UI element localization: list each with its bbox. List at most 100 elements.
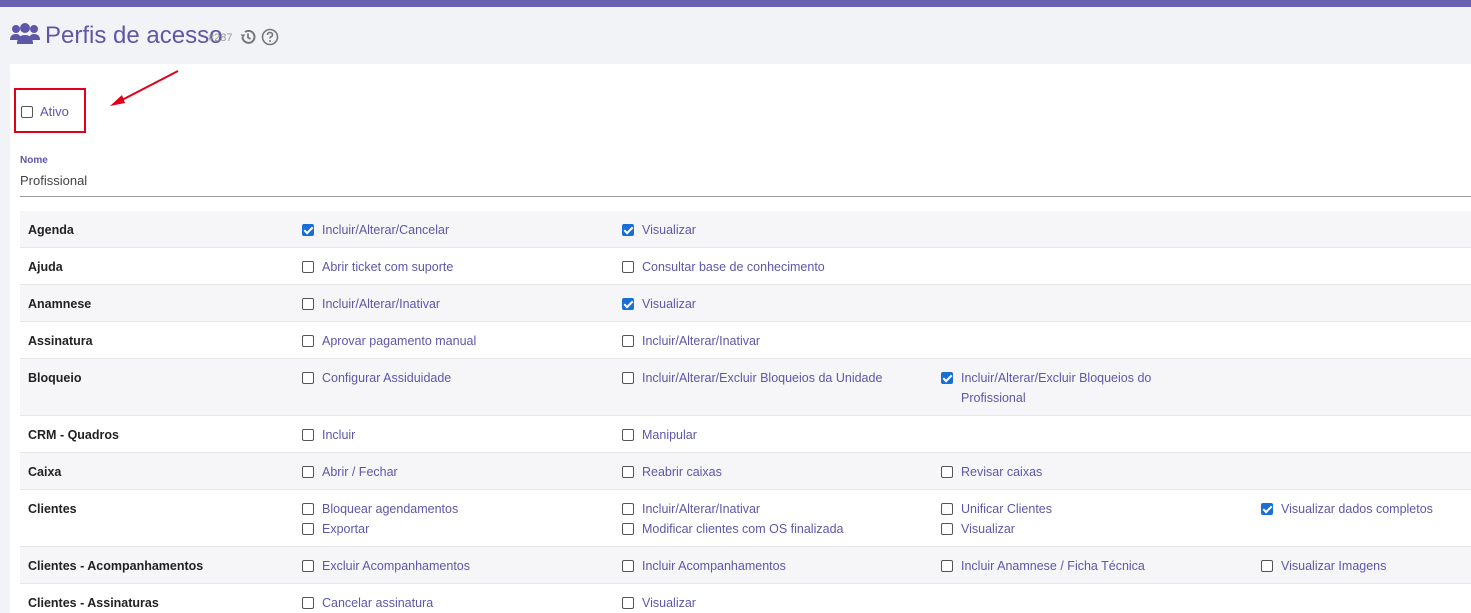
permission-row-caixa: Caixa Abrir / Fechar Reabrir caixas Revi… [20, 453, 1471, 490]
nome-input[interactable]: Profissional [20, 173, 87, 188]
permission-option[interactable]: Incluir/Alterar/Cancelar [302, 220, 449, 240]
checkbox[interactable] [622, 560, 634, 572]
permission-option[interactable]: Exportar [302, 519, 369, 539]
permission-option[interactable]: Incluir/Alterar/Excluir Bloqueios da Uni… [622, 368, 882, 388]
permission-option[interactable]: Unificar Clientes [941, 499, 1052, 519]
checkbox[interactable] [941, 503, 953, 515]
permission-option[interactable]: Visualizar Imagens [1261, 556, 1386, 576]
permission-name: Agenda [28, 223, 74, 237]
checkbox[interactable] [622, 261, 634, 273]
option-label: Incluir Anamnese / Ficha Técnica [961, 559, 1145, 573]
permission-row-crm-quadros: CRM - Quadros Incluir Manipular [20, 416, 1471, 453]
permission-option[interactable]: Incluir [302, 425, 355, 445]
option-label: Incluir [322, 428, 356, 442]
permission-name: Ajuda [28, 260, 63, 274]
checkbox[interactable] [302, 429, 314, 441]
checkbox[interactable] [622, 335, 634, 347]
checkbox[interactable] [622, 466, 634, 478]
permission-option[interactable]: Cancelar assinatura [302, 593, 433, 613]
checkbox[interactable] [622, 523, 634, 535]
permission-name: Assinatura [28, 334, 93, 348]
permission-option[interactable]: Incluir/Alterar/Inativar [622, 331, 760, 351]
permission-option[interactable]: Incluir/Alterar/Inativar [302, 294, 440, 314]
history-icon[interactable] [239, 28, 257, 46]
option-label: Visualizar Imagens [1281, 559, 1387, 573]
page-header: Perfis de acesso #287 [0, 7, 1471, 64]
help-icon[interactable] [261, 28, 279, 46]
permission-option[interactable]: Revisar caixas [941, 462, 1042, 482]
permission-option[interactable]: Reabrir caixas [622, 462, 722, 482]
checkbox[interactable] [302, 560, 314, 572]
permission-option[interactable]: Visualizar [622, 220, 696, 240]
permission-name: Clientes - Assinaturas [28, 596, 159, 610]
checkbox[interactable] [1261, 503, 1273, 515]
permission-option[interactable]: Incluir Acompanhamentos [622, 556, 786, 576]
option-label: Unificar Clientes [961, 502, 1053, 516]
permission-row-bloqueio: Bloqueio Configurar Assiduidade Incluir/… [20, 359, 1471, 416]
checkbox[interactable] [941, 560, 953, 572]
option-label: Incluir/Alterar/Inativar [322, 297, 441, 311]
permission-option[interactable]: Excluir Acompanhamentos [302, 556, 470, 576]
option-label: Cancelar assinatura [322, 596, 434, 610]
permission-row-clientes-assinaturas: Clientes - Assinaturas Cancelar assinatu… [20, 584, 1471, 613]
ativo-checkbox-box[interactable] [21, 105, 33, 118]
checkbox[interactable] [302, 523, 314, 535]
permission-option[interactable]: Abrir / Fechar [302, 462, 398, 482]
permission-option[interactable]: Incluir Anamnese / Ficha Técnica [941, 556, 1145, 576]
option-label: Visualizar [642, 297, 696, 311]
permission-option[interactable]: Bloquear agendamentos [302, 499, 458, 519]
option-label: Excluir Acompanhamentos [322, 559, 470, 573]
users-icon [10, 23, 40, 44]
option-label: Consultar base de conhecimento [642, 260, 825, 274]
option-label: Manipular [642, 428, 697, 442]
option-label: Reabrir caixas [642, 465, 722, 479]
permission-option[interactable]: Visualizar [622, 294, 696, 314]
option-label: Visualizar dados completos [1281, 502, 1433, 516]
option-label: Incluir/Alterar/Cancelar [322, 223, 450, 237]
checkbox[interactable] [302, 503, 314, 515]
checkbox[interactable] [302, 261, 314, 273]
permission-option[interactable]: Abrir ticket com suporte [302, 257, 453, 277]
checkbox[interactable] [622, 224, 634, 236]
permission-option[interactable]: Aprovar pagamento manual [302, 331, 476, 351]
permission-option[interactable]: Visualizar [941, 519, 1015, 539]
option-label: Visualizar [642, 596, 696, 610]
page-title: Perfis de acesso [45, 22, 223, 49]
checkbox[interactable] [302, 335, 314, 347]
permission-option[interactable]: Manipular [622, 425, 697, 445]
permission-option[interactable]: Modificar clientes com OS finalizada [622, 519, 843, 539]
permission-name: Clientes [28, 502, 77, 516]
permission-option[interactable]: Visualizar [622, 593, 696, 613]
checkbox[interactable] [941, 523, 953, 535]
permission-name: Clientes - Acompanhamentos [28, 559, 204, 573]
option-label: Incluir Acompanhamentos [642, 559, 786, 573]
permission-option[interactable]: Incluir/Alterar/Excluir Bloqueios do Pro… [941, 368, 1181, 408]
option-label: Incluir/Alterar/Inativar [642, 502, 761, 516]
checkbox[interactable] [622, 372, 634, 384]
checkbox[interactable] [302, 372, 314, 384]
nome-input-underline [20, 196, 1471, 197]
ativo-checkbox[interactable]: Ativo [21, 104, 69, 119]
checkbox[interactable] [941, 372, 953, 384]
permission-option[interactable]: Visualizar dados completos [1261, 499, 1433, 519]
checkbox[interactable] [302, 597, 314, 609]
checkbox[interactable] [302, 298, 314, 310]
annotation-arrow [110, 70, 179, 106]
permission-option[interactable]: Configurar Assiduidade [302, 368, 451, 388]
checkbox[interactable] [1261, 560, 1273, 572]
option-label: Incluir/Alterar/Excluir Bloqueios da Uni… [642, 371, 883, 385]
checkbox[interactable] [622, 429, 634, 441]
option-label: Visualizar [961, 522, 1015, 536]
checkbox[interactable] [622, 503, 634, 515]
permission-option[interactable]: Incluir/Alterar/Inativar [622, 499, 760, 519]
permission-option[interactable]: Consultar base de conhecimento [622, 257, 825, 277]
option-label: Abrir / Fechar [322, 465, 398, 479]
checkbox[interactable] [302, 224, 314, 236]
checkbox[interactable] [941, 466, 953, 478]
option-label: Revisar caixas [961, 465, 1043, 479]
option-label: Incluir/Alterar/Inativar [642, 334, 761, 348]
checkbox[interactable] [622, 597, 634, 609]
checkbox[interactable] [622, 298, 634, 310]
permission-row-clientes: Clientes Bloquear agendamentos Incluir/A… [20, 490, 1471, 547]
checkbox[interactable] [302, 466, 314, 478]
